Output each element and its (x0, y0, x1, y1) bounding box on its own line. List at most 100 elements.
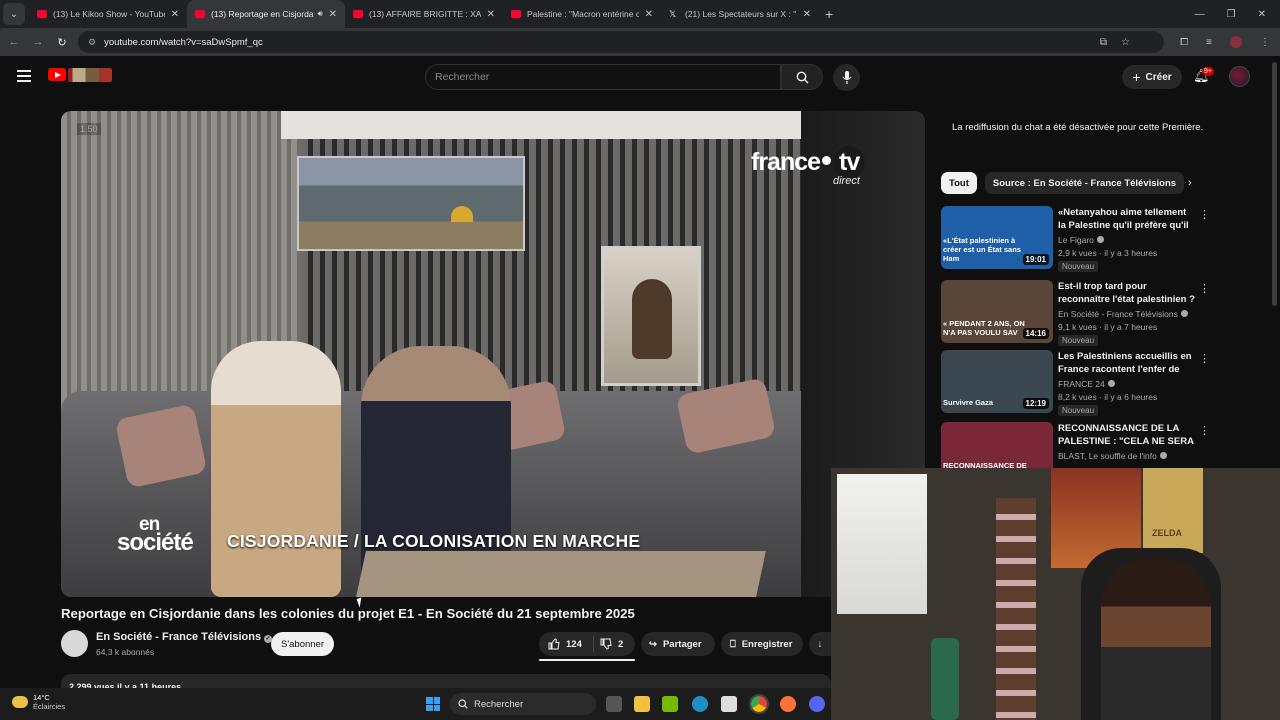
weather-widget[interactable]: 14°C Éclaircies (12, 693, 65, 711)
more-actions-icon[interactable]: ⋮ (1199, 352, 1210, 365)
edge-icon[interactable] (692, 696, 708, 712)
task-view-icon[interactable] (606, 696, 622, 712)
close-tab-icon[interactable]: ✕ (803, 9, 811, 20)
subscribe-button[interactable]: S'abonner (271, 632, 334, 656)
share-button[interactable]: ↪ Partager (641, 632, 715, 656)
channel-name[interactable]: En Société - France Télévisions ✓ (96, 631, 273, 643)
search-button[interactable] (781, 64, 823, 90)
recommended-title[interactable]: Est-il trop tard pour reconnaître l'état… (1058, 280, 1196, 306)
nvidia-icon[interactable] (662, 696, 678, 712)
back-icon[interactable]: ← (2, 36, 26, 48)
recommended-video[interactable]: Survivre Gaza 12:19 Les Palestiniens accue… (941, 350, 1221, 418)
recommended-channel[interactable]: BLAST, Le souffle de l'info (1058, 451, 1167, 461)
reload-icon[interactable]: ↻ (50, 36, 74, 49)
voice-search-button[interactable] (833, 64, 860, 91)
more-actions-icon[interactable]: ⋮ (1199, 208, 1210, 221)
file-explorer-icon[interactable] (634, 696, 650, 712)
account-avatar[interactable] (1229, 66, 1250, 87)
chips-next-icon[interactable]: › (1188, 177, 1192, 189)
save-button[interactable]: ⎕ Enregistrer (721, 632, 803, 656)
recommended-channel[interactable]: En Société - France Télévisions (1058, 309, 1188, 319)
extensions-icon[interactable]: ⧠ (1180, 37, 1188, 48)
thumbnail-caption: « PENDANT 2 ANS, ON N'A PAS VOULU SAV (943, 319, 1025, 337)
browser-toolbar: ← → ↻ ⚙ youtube.com/watch?v=saDwSpmf_qc … (0, 28, 1280, 56)
x-icon: 𝕏 (669, 8, 677, 19)
download-button[interactable]: ↓ (809, 632, 831, 656)
youtube-logo[interactable] (48, 68, 66, 81)
create-button[interactable]: + Créer (1122, 65, 1182, 89)
minimize-icon[interactable]: — (1195, 9, 1205, 20)
recommended-video[interactable]: « PENDANT 2 ANS, ON N'A PAS VOULU SAV 14:… (941, 280, 1221, 348)
video-player[interactable]: 1.50 france tv direct en société CISJORDAN… (61, 111, 925, 597)
windows-start-icon[interactable] (426, 697, 440, 711)
restore-icon[interactable]: ❐ (1227, 9, 1236, 20)
page-scrollbar[interactable] (1272, 62, 1277, 306)
jerusalem-painting (297, 156, 525, 251)
search-input[interactable]: Rechercher (425, 64, 781, 90)
address-bar[interactable]: ⚙ youtube.com/watch?v=saDwSpmf_qc (78, 31, 1164, 53)
notification-count-badge: 9+ (1202, 67, 1214, 76)
recommended-title[interactable]: Les Palestiniens accueillis en France ra… (1058, 350, 1196, 376)
thumbs-up-icon (548, 638, 560, 650)
verified-icon (1107, 380, 1115, 387)
more-actions-icon[interactable]: ⋮ (1199, 424, 1210, 437)
browser-menu-icon[interactable]: ⋮ (1260, 37, 1270, 48)
guide-menu-icon[interactable] (17, 70, 31, 82)
new-tab-button[interactable]: + (825, 6, 833, 22)
create-label: Créer (1145, 71, 1172, 83)
profile-avatar[interactable] (1230, 36, 1242, 48)
browser-tab[interactable]: (13) AFFAIRE BRIGITTE : XAVIER ✕ (345, 0, 503, 28)
tab-title: Palestine : "Macron entérine ce (527, 9, 639, 19)
store-icon[interactable] (721, 696, 737, 712)
tab-search-icon[interactable]: ⌄ (3, 3, 25, 25)
chip-source[interactable]: Source : En Société - France Télévisions (984, 172, 1185, 194)
wall-artwork (601, 246, 701, 386)
close-tab-icon[interactable]: ✕ (487, 9, 495, 20)
player-overlay-tag: 1.50 (77, 123, 101, 135)
like-dislike-group: 124 2 (539, 632, 635, 656)
speaker-icon[interactable]: 🔊︎ (318, 9, 323, 19)
recommended-channel[interactable]: Le Figaro (1058, 235, 1104, 245)
chat-disabled-note: La rediffusion du chat a été désactivée … (952, 122, 1204, 133)
france-tv-subtitle: direct (833, 175, 860, 187)
browser-tab[interactable]: 𝕏 (21) Les Spectateurs sur X : " ✕ (661, 0, 819, 28)
dislike-button[interactable]: 2 (594, 638, 623, 650)
firefox-icon[interactable] (780, 696, 796, 712)
discord-icon[interactable] (809, 696, 825, 712)
new-badge: Nouveau (1058, 335, 1099, 346)
channel-avatar[interactable] (61, 630, 88, 657)
microphone-icon (842, 71, 851, 84)
forward-icon[interactable]: → (26, 36, 50, 48)
close-tab-icon[interactable]: ✕ (645, 9, 653, 20)
chip-all[interactable]: Tout (941, 172, 977, 194)
browser-tab[interactable]: (13) Le Kikoo Show - YouTube ✕ (29, 0, 187, 28)
video-lower-third: CISJORDANIE / LA COLONISATION EN MARCHE (227, 531, 641, 551)
recommended-video[interactable]: «L'État palestinien à créer est un État … (941, 206, 1221, 274)
en-societe-logo: en société (117, 514, 194, 556)
site-info-icon[interactable]: ⚙ (88, 37, 96, 48)
like-button[interactable]: 124 (539, 636, 594, 652)
media-controls-icon[interactable]: ≡ (1206, 37, 1212, 48)
browser-tab[interactable]: (13) Reportage en Cisjordanie 🔊︎ ✕ (187, 0, 345, 28)
recommended-title[interactable]: «Netanyahou aime tellement la Palestine … (1058, 206, 1196, 232)
more-actions-icon[interactable]: ⋮ (1199, 282, 1210, 295)
tab-title: (13) Reportage en Cisjordanie (211, 9, 314, 19)
thumbnail-caption: «L'État palestinien à créer est un État … (943, 236, 1021, 263)
close-window-icon[interactable]: ✕ (1258, 9, 1266, 20)
close-tab-icon[interactable]: ✕ (329, 9, 337, 20)
share-icon: ↪ (649, 638, 657, 650)
recommended-channel[interactable]: FRANCE 24 (1058, 379, 1115, 389)
taskbar-search[interactable]: Rechercher (450, 693, 596, 715)
video-thumbnail[interactable]: « PENDANT 2 ANS, ON N'A PAS VOULU SAV 14:… (941, 280, 1053, 343)
close-tab-icon[interactable]: ✕ (171, 9, 179, 20)
youtube-doodle[interactable] (68, 68, 112, 82)
youtube-icon (353, 10, 363, 18)
bookmark-star-icon[interactable]: ☆ (1121, 37, 1130, 48)
chrome-icon[interactable] (749, 694, 769, 714)
video-thumbnail[interactable]: «L'État palestinien à créer est un État … (941, 206, 1053, 269)
recommended-title[interactable]: RECONNAISSANCE DE LA PALESTINE : "CELA N… (1058, 422, 1196, 448)
cast-icon[interactable]: ⧉ (1100, 37, 1107, 48)
video-thumbnail[interactable]: Survivre Gaza 12:19 (941, 350, 1053, 413)
browser-tab[interactable]: Palestine : "Macron entérine ce ✕ (503, 0, 661, 28)
windows-taskbar: 14°C Éclaircies Rechercher (0, 688, 831, 720)
